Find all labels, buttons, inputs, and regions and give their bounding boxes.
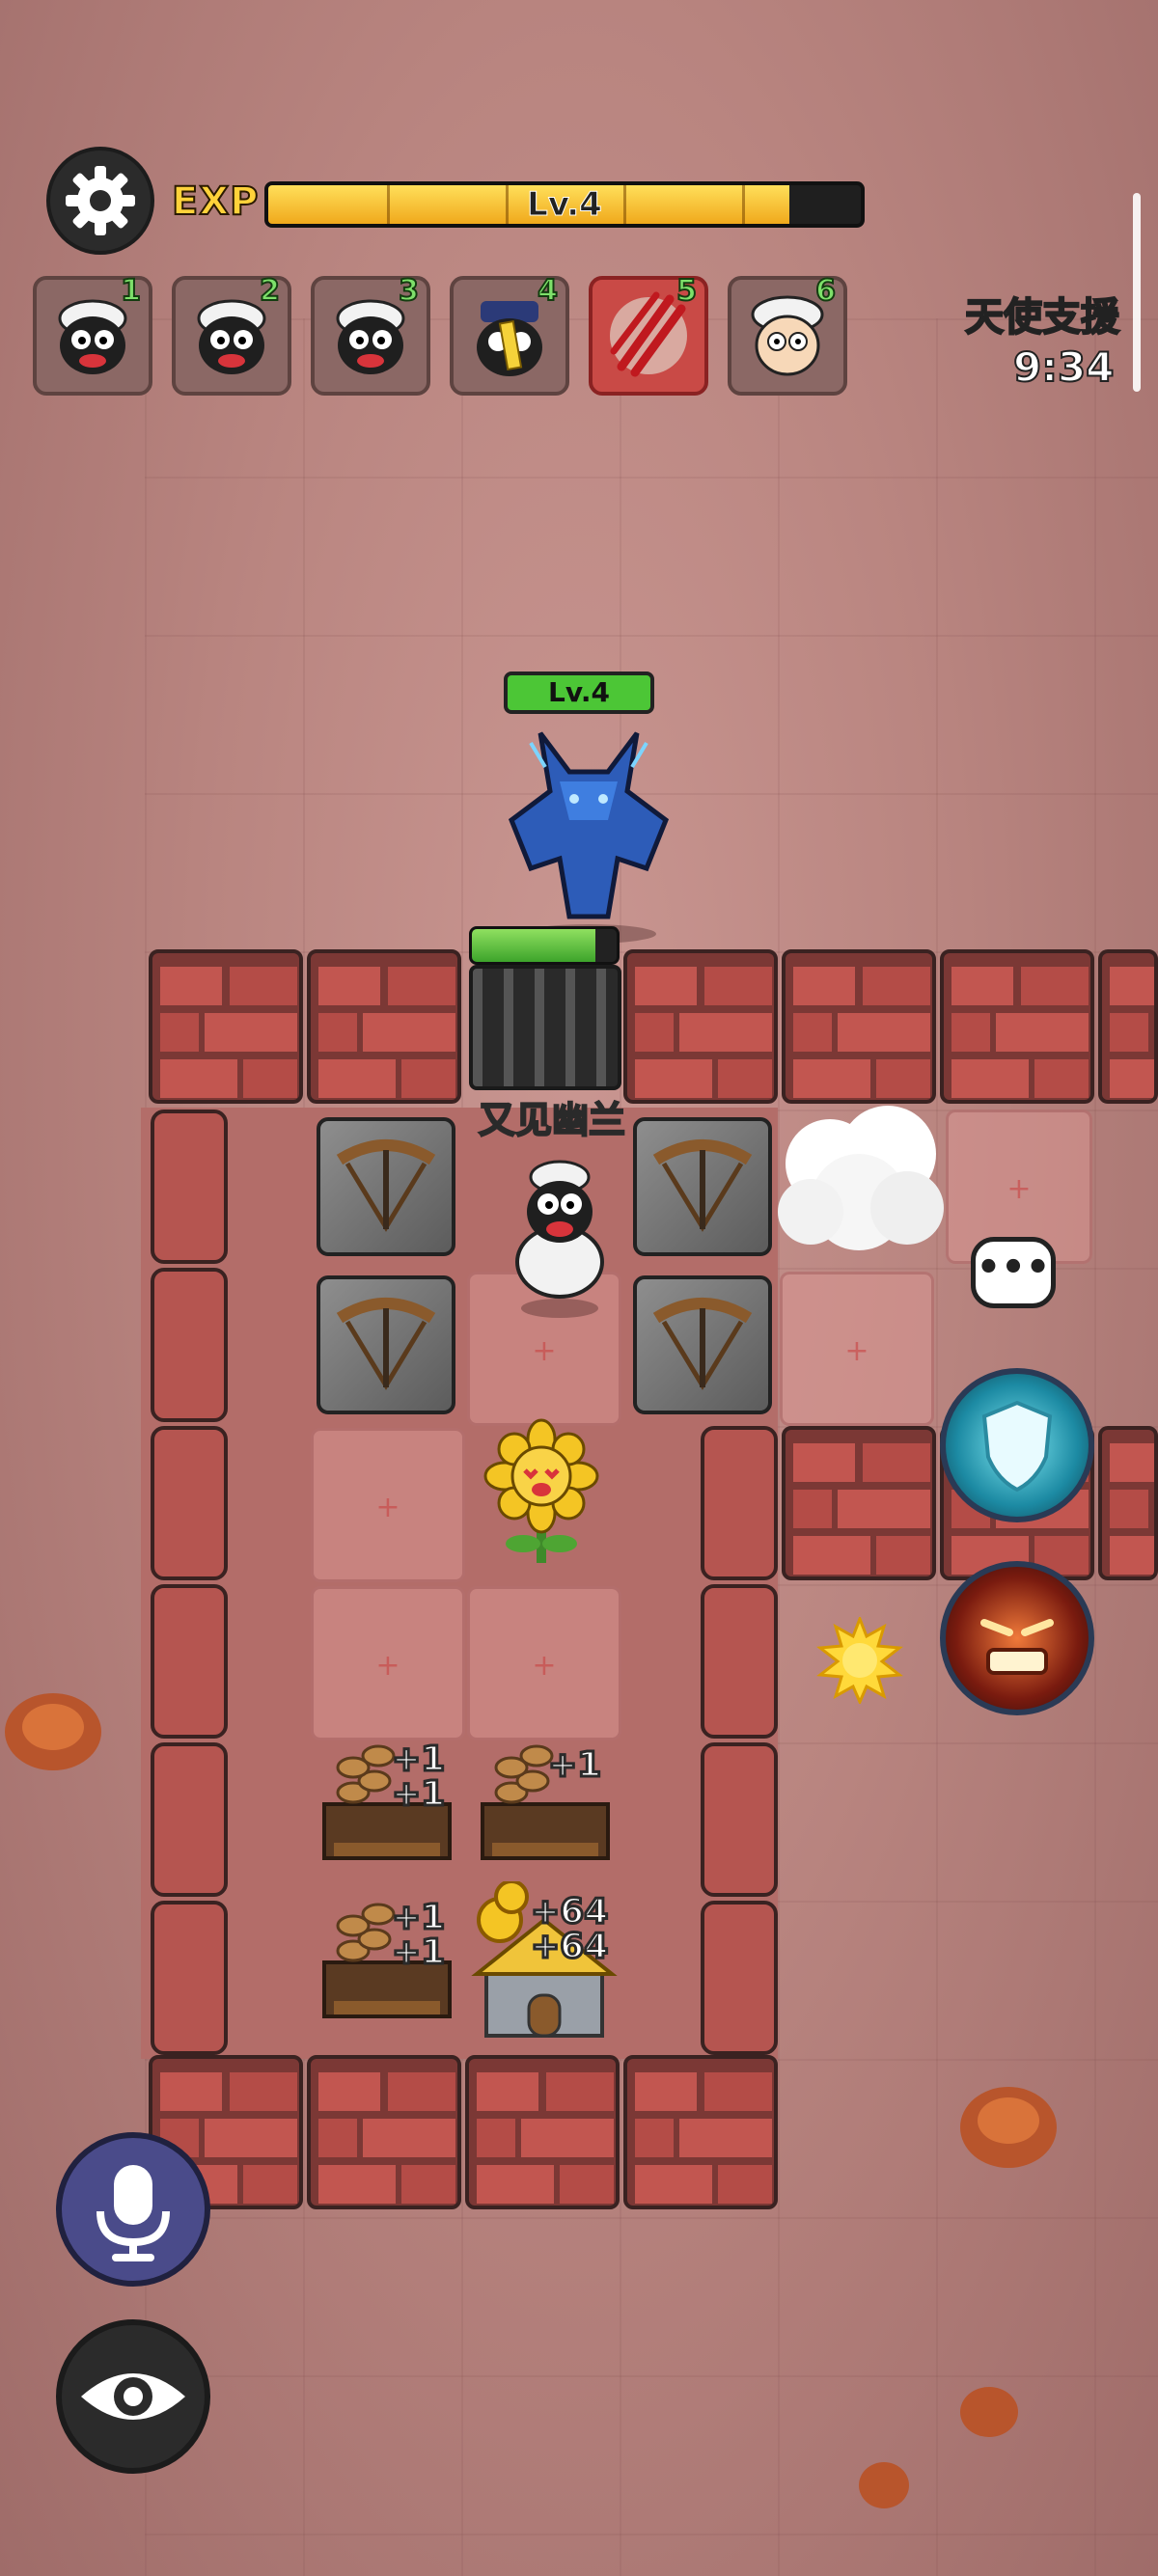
crossbow-icon bbox=[652, 1298, 753, 1390]
skill-slot-5[interactable]: 5 bbox=[589, 273, 708, 396]
empty-build-tile[interactable]: + bbox=[311, 1428, 465, 1582]
player-sheep[interactable] bbox=[502, 1148, 618, 1322]
gear-icon bbox=[66, 166, 135, 235]
slot-number: 4 bbox=[537, 273, 559, 309]
pinecone-decoration bbox=[5, 1693, 101, 1770]
settings-button[interactable] bbox=[46, 147, 154, 255]
brick-wall bbox=[149, 949, 303, 1104]
smoke-cloud bbox=[778, 1106, 944, 1250]
player-name-tag: 又见幽兰 bbox=[478, 1098, 626, 1142]
support-label: 天使支援 bbox=[964, 294, 1120, 341]
pinecone-decoration bbox=[960, 2387, 1018, 2437]
wood-bonus-label: +1 bbox=[390, 1932, 446, 1972]
brick-wall bbox=[1098, 949, 1158, 1104]
spiked-gate[interactable] bbox=[469, 965, 621, 1090]
wall-segment bbox=[151, 1268, 228, 1422]
crossbow-turret[interactable] bbox=[633, 1117, 772, 1256]
sun-icon[interactable] bbox=[816, 1617, 903, 1704]
skill-slot-1[interactable]: 1 bbox=[33, 273, 152, 396]
brick-wall bbox=[307, 949, 461, 1104]
crossbow-turret[interactable] bbox=[317, 1275, 455, 1414]
gold-bonus-label: +64 bbox=[529, 1927, 609, 1966]
crossbow-turret[interactable] bbox=[633, 1275, 772, 1414]
wall-segment bbox=[701, 1584, 778, 1739]
wall-segment bbox=[151, 1742, 228, 1897]
view-toggle-button[interactable] bbox=[56, 2319, 210, 2474]
wood-cart[interactable]: +1 +1 bbox=[315, 1893, 459, 2038]
crossbow-icon bbox=[336, 1139, 436, 1232]
support-timer: 9:34 bbox=[1012, 343, 1115, 392]
sunflower-plant[interactable] bbox=[469, 1418, 614, 1573]
empty-build-tile[interactable]: + bbox=[311, 1586, 465, 1740]
wood-bonus-label: +1 bbox=[546, 1745, 602, 1785]
gold-bonus-label: +64 bbox=[529, 1892, 609, 1932]
empty-build-tile[interactable]: + bbox=[780, 1272, 934, 1426]
boss-health-fill bbox=[472, 929, 595, 962]
pinecone-decoration bbox=[859, 2462, 909, 2508]
exp-label: EXP bbox=[171, 178, 260, 225]
slot-number: 5 bbox=[676, 273, 698, 309]
slot-number: 2 bbox=[259, 273, 281, 309]
slot-number: 3 bbox=[398, 273, 420, 309]
scrollbar[interactable] bbox=[1133, 193, 1141, 392]
brick-wall bbox=[940, 949, 1094, 1104]
chat-button[interactable]: ••• bbox=[971, 1237, 1056, 1308]
wood-bonus-label: +1 bbox=[390, 1740, 446, 1779]
wall-segment bbox=[701, 1742, 778, 1897]
wall-segment bbox=[701, 1901, 778, 2055]
crossbow-turret[interactable] bbox=[317, 1117, 455, 1256]
slot-number: 6 bbox=[814, 273, 837, 309]
wall-segment bbox=[701, 1426, 778, 1580]
slot-number: 1 bbox=[120, 273, 142, 309]
skill-slot-4[interactable]: 4 bbox=[450, 273, 569, 396]
skill-slot-6[interactable]: 6 bbox=[728, 273, 847, 396]
brick-wall bbox=[1098, 1426, 1158, 1580]
wood-bonus-label: +1 bbox=[390, 1774, 446, 1814]
brick-wall bbox=[623, 2055, 778, 2209]
boss-health-bar bbox=[469, 926, 620, 965]
skill-slot-2[interactable]: 2 bbox=[172, 273, 291, 396]
wood-cart[interactable]: +1 bbox=[473, 1735, 618, 1879]
crossbow-icon bbox=[652, 1139, 753, 1232]
microphone-button[interactable] bbox=[56, 2132, 210, 2287]
brick-wall bbox=[782, 949, 936, 1104]
brick-wall bbox=[465, 2055, 620, 2209]
wall-segment bbox=[151, 1110, 228, 1264]
gold-house[interactable]: +64 +64 bbox=[467, 1879, 621, 2045]
shield-skill-icon bbox=[981, 1400, 1053, 1493]
wall-segment bbox=[151, 1901, 228, 2055]
empty-build-tile[interactable]: + bbox=[467, 1586, 621, 1740]
wood-bonus-label: +1 bbox=[390, 1898, 446, 1937]
brick-wall bbox=[307, 2055, 461, 2209]
exp-bar: Lv.4 bbox=[264, 181, 865, 228]
werewolf-boss[interactable] bbox=[473, 714, 704, 945]
brick-wall bbox=[782, 1426, 936, 1580]
shield-skill-button[interactable] bbox=[940, 1368, 1094, 1522]
wall-segment bbox=[151, 1426, 228, 1580]
wood-cart[interactable]: +1 +1 bbox=[315, 1735, 459, 1879]
crossbow-icon bbox=[336, 1298, 436, 1390]
chat-bubble-icon: ••• bbox=[976, 1246, 1051, 1290]
pinecone-decoration bbox=[960, 2087, 1057, 2168]
microphone-icon bbox=[96, 2165, 170, 2261]
boss-level-badge: Lv.4 bbox=[504, 671, 654, 714]
wall-segment bbox=[151, 1584, 228, 1739]
eye-icon bbox=[81, 2373, 185, 2420]
skill-slot-3[interactable]: 3 bbox=[311, 273, 430, 396]
rage-skill-button[interactable] bbox=[940, 1561, 1094, 1715]
player-level-label: Lv.4 bbox=[527, 185, 603, 224]
brick-wall bbox=[623, 949, 778, 1104]
rage-face-icon bbox=[980, 1619, 1054, 1675]
